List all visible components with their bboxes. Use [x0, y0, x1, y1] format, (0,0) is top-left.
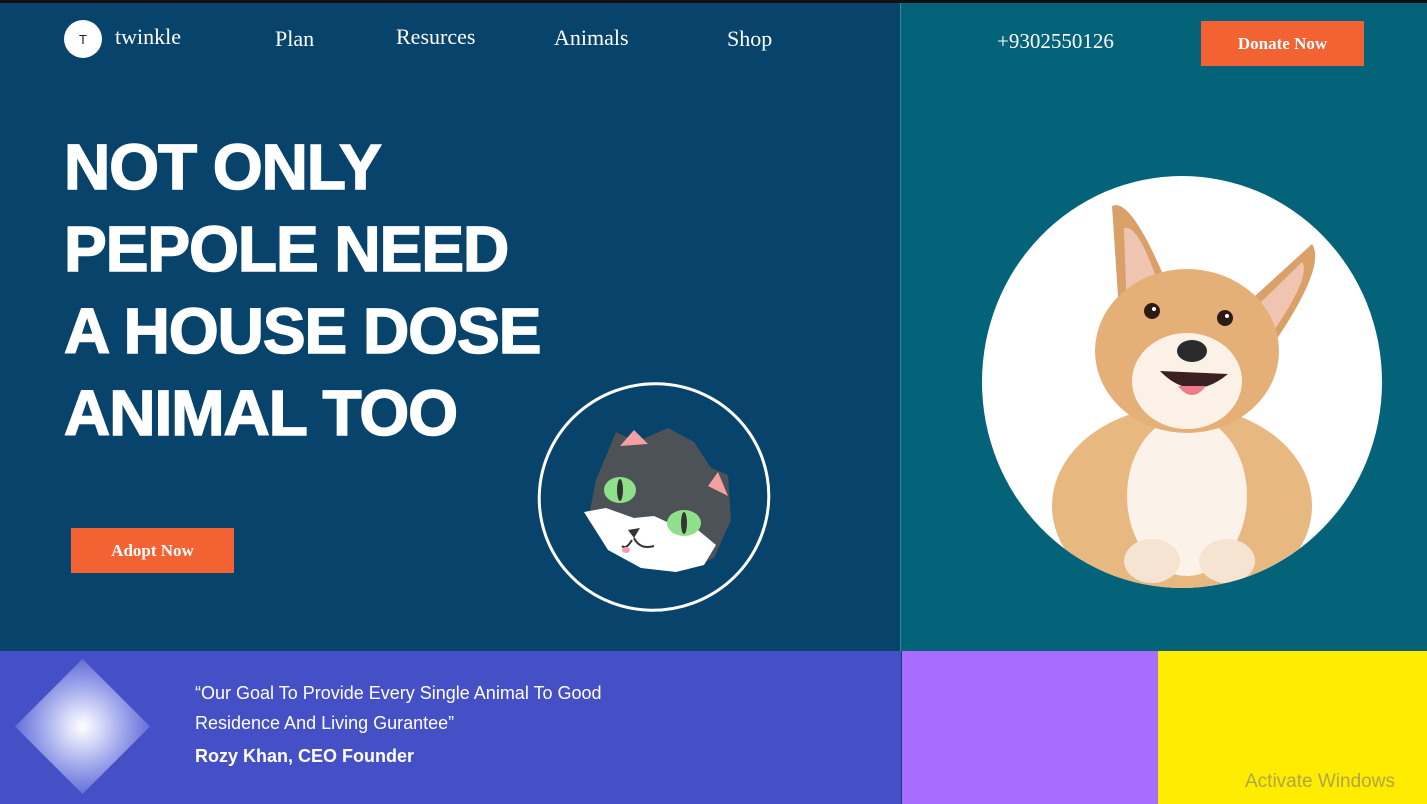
nav-shop[interactable]: Shop	[727, 26, 772, 52]
logo-icon[interactable]: T	[64, 20, 102, 58]
nav-animals[interactable]: Animals	[554, 25, 629, 51]
hero-heading: NOT ONLY PEPOLE NEED A HOUSE DOSE ANIMAL…	[63, 126, 542, 454]
nav-plan[interactable]: Plan	[275, 26, 314, 52]
adopt-button[interactable]: Adopt Now	[71, 528, 234, 573]
hero-line: A HOUSE DOSE	[63, 294, 542, 368]
nav-resources[interactable]: Resurces	[396, 24, 475, 50]
donate-button[interactable]: Donate Now	[1201, 21, 1364, 66]
logo-name[interactable]: twinkle	[115, 24, 181, 50]
purple-tile	[902, 651, 1158, 804]
windows-watermark: Activate Windows	[1245, 771, 1395, 792]
quote-line: Residence And Living Gurantee”	[195, 713, 455, 733]
hero-line: ANIMAL TOO	[63, 376, 458, 450]
hero-line: NOT ONLY	[63, 130, 382, 204]
testimonial-author: Rozy Khan, CEO Founder	[195, 746, 415, 766]
testimonial-quote: “Our Goal To Provide Every Single Animal…	[195, 678, 615, 738]
cat-illustration	[536, 380, 776, 620]
hero-line: PEPOLE NEED	[63, 212, 510, 286]
phone-number[interactable]: +9302550126	[997, 29, 1114, 54]
dog-photo	[982, 176, 1382, 588]
panel-divider	[900, 3, 901, 651]
logo-initial: T	[79, 31, 87, 47]
quote-line: “Our Goal To Provide Every Single Animal…	[195, 683, 602, 703]
